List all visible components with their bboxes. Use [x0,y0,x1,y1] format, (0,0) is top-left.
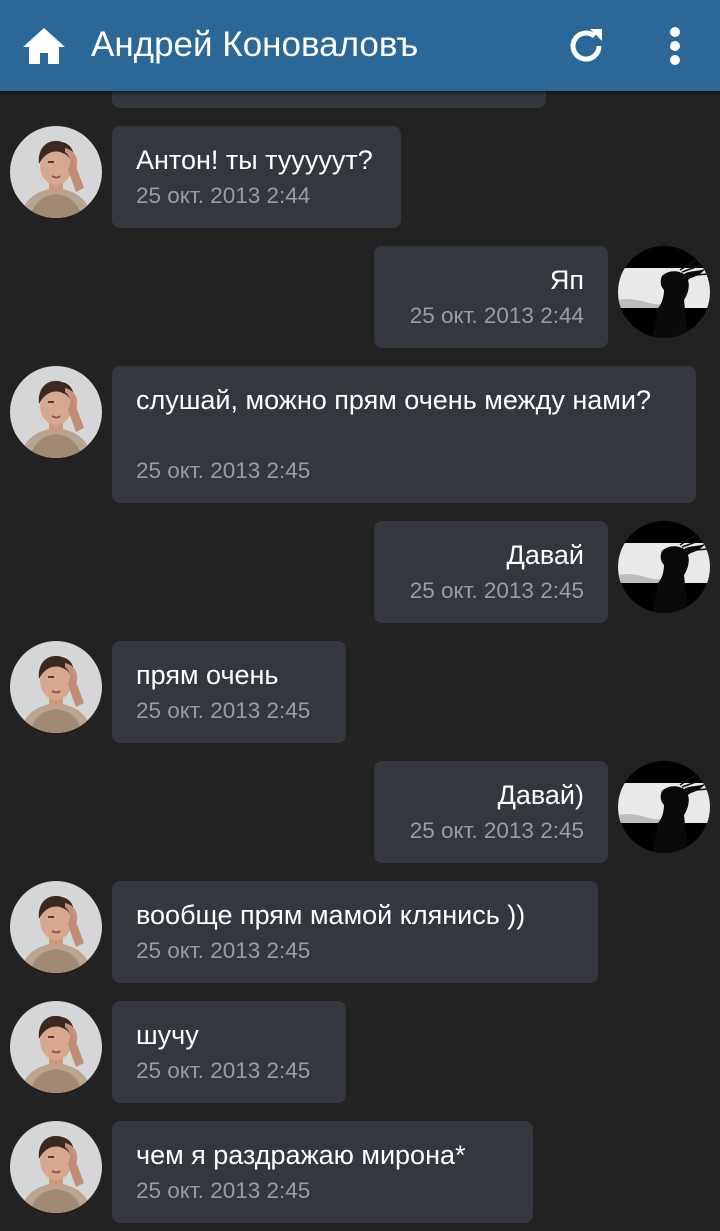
message-text: Антон! ты тууууут? [136,145,373,175]
more-vertical-icon [670,27,680,65]
message-text: вообще прям мамой клянись )) [136,900,526,930]
message-timestamp: 25 окт. 2013 2:45 [136,1178,311,1203]
message-timestamp: 25 окт. 2013 2:45 [136,458,311,483]
message-list[interactable]: Антон! ты тууууут? 25 окт. 2013 2:44 Яп … [0,91,720,1231]
message-bubble[interactable]: прям очень 25 окт. 2013 2:45 [112,641,346,743]
message-bubble[interactable]: Антон! ты тууууут? 25 окт. 2013 2:44 [112,126,401,228]
message-timestamp: 25 окт. 2013 2:44 [409,303,584,328]
message-text: шучу [136,1020,199,1050]
message-bubble[interactable]: слушай, можно прям очень между нами? 25 … [112,366,696,503]
own-avatar[interactable] [618,761,710,853]
message-timestamp: 25 окт. 2013 2:45 [409,578,584,603]
message-bubble[interactable]: Давай) 25 окт. 2013 2:45 [374,761,608,863]
message-timestamp: 25 окт. 2013 2:45 [409,818,584,843]
message-text: Давай [506,540,584,570]
home-button[interactable] [18,20,70,72]
own-avatar[interactable] [618,521,710,613]
own-avatar[interactable] [618,246,710,338]
previous-message-bubble[interactable] [112,91,546,108]
overflow-menu-button[interactable] [652,18,698,74]
message-text: Давай) [497,780,584,810]
message-bubble[interactable]: вообще прям мамой клянись )) 25 окт. 201… [112,881,598,983]
contact-avatar[interactable] [10,1001,102,1093]
message-bubble[interactable]: Яп 25 окт. 2013 2:44 [374,246,608,348]
message-bubble[interactable]: шучу 25 окт. 2013 2:45 [112,1001,346,1103]
conversation-title: Андрей Коноваловъ [91,25,419,64]
message-bubble[interactable]: чем я раздражаю мирона* 25 окт. 2013 2:4… [112,1121,533,1223]
home-icon [23,28,65,64]
contact-avatar[interactable] [10,366,102,458]
message-bubble[interactable]: Давай 25 окт. 2013 2:45 [374,521,608,623]
contact-avatar[interactable] [10,881,102,973]
message-timestamp: 25 окт. 2013 2:44 [136,183,311,208]
message-timestamp: 25 окт. 2013 2:45 [136,938,311,963]
contact-avatar[interactable] [10,1121,102,1213]
refresh-button[interactable] [558,18,614,74]
app-bar: Андрей Коноваловъ [0,0,720,91]
message-timestamp: 25 окт. 2013 2:45 [136,698,311,723]
message-text: слушай, можно прям очень между нами? [136,385,651,415]
refresh-icon [570,29,602,62]
contact-avatar[interactable] [10,641,102,733]
message-text: прям очень [136,660,279,690]
message-text: Яп [549,265,584,295]
message-timestamp: 25 окт. 2013 2:45 [136,1058,311,1083]
contact-avatar[interactable] [10,126,102,218]
message-text: чем я раздражаю мирона* [136,1140,466,1170]
